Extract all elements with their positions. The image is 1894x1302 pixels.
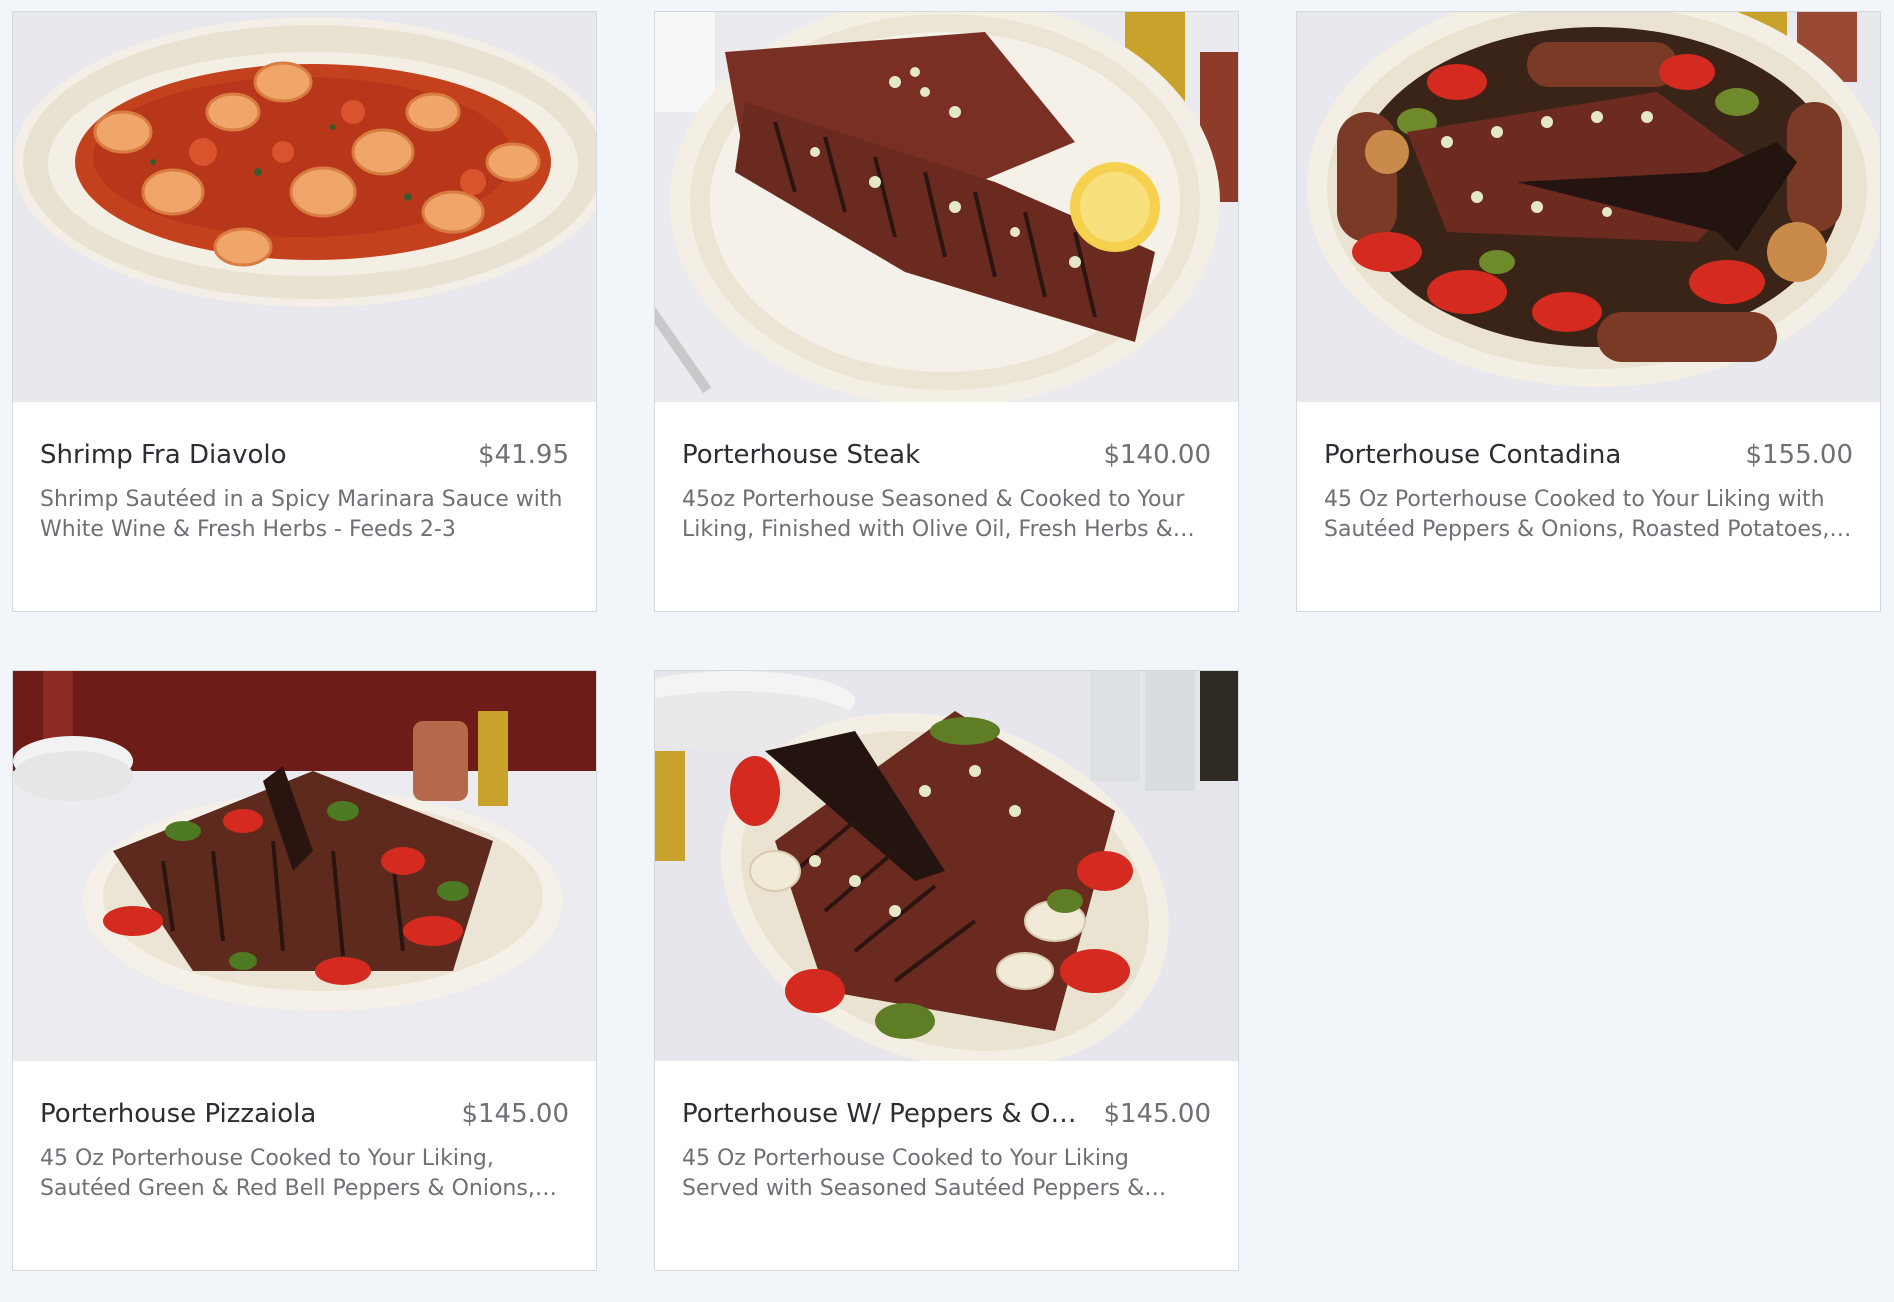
item-price: $41.95 <box>478 440 569 470</box>
menu-grid: Shrimp Fra Diavolo $41.95 Shrimp Sautéed… <box>0 0 1894 1302</box>
item-price: $145.00 <box>461 1099 569 1129</box>
item-description: 45 Oz Porterhouse Cooked to Your Liking,… <box>40 1146 535 1201</box>
steak-sausage-dish-photo <box>1297 12 1880 402</box>
menu-item-card[interactable]: Porterhouse W/ Peppers & Onions $145.00 … <box>654 670 1239 1271</box>
item-price: $155.00 <box>1745 440 1853 470</box>
item-name: Porterhouse Contadina <box>1324 440 1622 470</box>
item-name: Shrimp Fra Diavolo <box>40 440 287 470</box>
shrimp-dish-photo <box>13 12 596 402</box>
item-description: Shrimp Sautéed in a Spicy Marinara Sauce… <box>40 487 563 542</box>
menu-item-card[interactable]: Porterhouse Contadina $155.00 45 Oz Port… <box>1296 11 1881 612</box>
item-name: Porterhouse Steak <box>682 440 921 470</box>
item-price: $140.00 <box>1103 440 1211 470</box>
item-price: $145.00 <box>1103 1099 1211 1129</box>
menu-item-card[interactable]: Shrimp Fra Diavolo $41.95 Shrimp Sautéed… <box>12 11 597 612</box>
steak-onions-dish-photo <box>655 671 1238 1061</box>
steak-dish-photo <box>655 12 1238 402</box>
item-description: 45 Oz Porterhouse Cooked to Your Liking … <box>1324 487 1830 542</box>
item-description: 45 Oz Porterhouse Cooked to Your Liking … <box>682 1146 1145 1201</box>
menu-item-card[interactable]: Porterhouse Steak $140.00 45oz Porterhou… <box>654 11 1239 612</box>
item-description: 45oz Porterhouse Seasoned & Cooked to Yo… <box>682 487 1185 542</box>
item-name: Porterhouse W/ Peppers & Onions <box>682 1099 1082 1129</box>
item-name: Porterhouse Pizzaiola <box>40 1099 317 1129</box>
steak-peppers-dish-photo <box>13 671 596 1061</box>
menu-item-card[interactable]: Porterhouse Pizzaiola $145.00 45 Oz Port… <box>12 670 597 1271</box>
